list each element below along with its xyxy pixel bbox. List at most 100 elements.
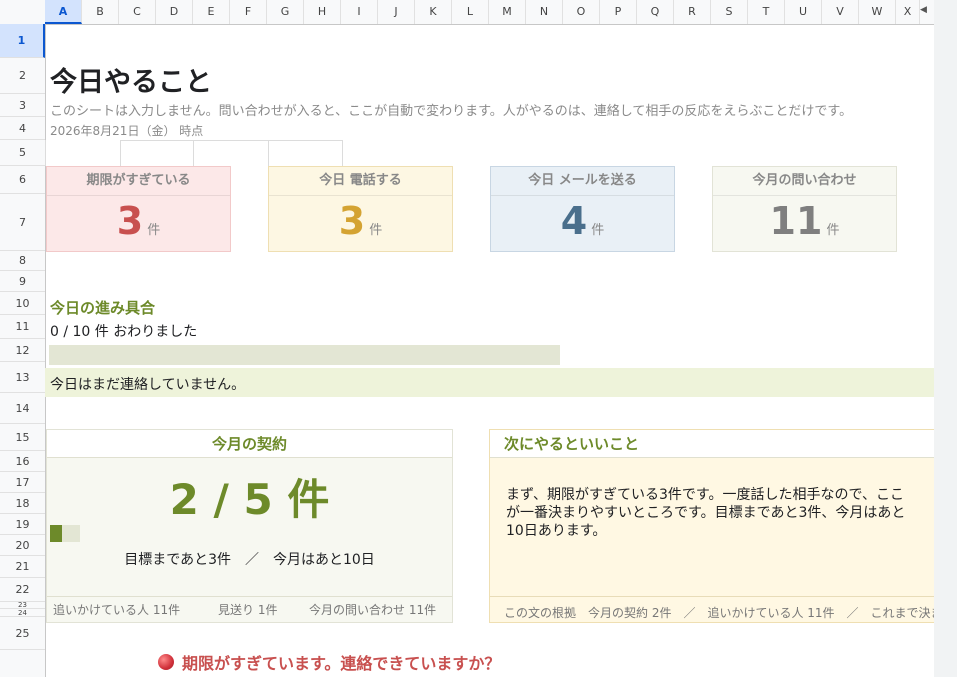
kpi-card-label: 今月の問い合わせ — [713, 167, 896, 196]
vertical-scrollbar[interactable] — [934, 0, 957, 677]
row-header-16[interactable]: 16 — [0, 451, 45, 472]
row-header-15[interactable]: 15 — [0, 424, 45, 451]
page-subtitle: このシートは入力しません。問い合わせが入ると、ここが自動で変わります。人がやるの… — [50, 104, 853, 119]
next-action-title: 次にやるといいこと — [490, 430, 934, 458]
row-header-2[interactable]: 2 — [0, 58, 45, 94]
kpi-card-overdue: 期限がすぎている 3 件 — [46, 166, 231, 252]
contract-title: 今月の契約 — [47, 430, 452, 458]
column-header-a[interactable]: A — [45, 0, 82, 24]
contract-bar-fill — [50, 525, 62, 542]
row-header: 1 2 3 4 5 6 7 8 9 10 11 12 13 14 15 16 17 18 19 20 21 22 23 24 2… — [0, 24, 46, 677]
column-header-f[interactable]: F — [230, 0, 267, 24]
column-header-q[interactable]: Q — [637, 0, 674, 24]
column-header-s[interactable]: S — [711, 0, 748, 24]
contract-bar-track — [50, 525, 80, 542]
column-header-i[interactable]: I — [341, 0, 378, 24]
kpi-card-unit: 件 — [591, 223, 605, 238]
kpi-card-label: 期限がすぎている — [47, 167, 230, 196]
kpi-card-number: 4件 — [491, 199, 674, 243]
next-action-body: まず、期限がすぎている3件です。一度話した相手なので、ここが一番決まりやすいとこ… — [506, 487, 906, 539]
kpi-card-value: 4 — [560, 199, 588, 243]
column-header-r[interactable]: R — [674, 0, 711, 24]
row-header-8[interactable]: 8 — [0, 251, 45, 271]
kpi-card-value: 11 — [769, 199, 823, 243]
contract-footer-following: 追いかけている人 11件 — [53, 603, 181, 617]
column-header-p[interactable]: P — [600, 0, 637, 24]
column-header-k[interactable]: K — [415, 0, 452, 24]
row-header-17[interactable]: 17 — [0, 472, 45, 493]
row-header-3[interactable]: 3 — [0, 94, 45, 117]
red-dot-icon — [158, 654, 174, 670]
contract-footer-divider — [47, 596, 452, 597]
row-header-4[interactable]: 4 — [0, 117, 45, 140]
column-header-h[interactable]: H — [304, 0, 341, 24]
row-header-9[interactable]: 9 — [0, 271, 45, 292]
contract-remaining: 目標まであと3件 ／ 今月はあと10日 — [124, 552, 375, 568]
row-header-14[interactable]: 14 — [0, 393, 45, 424]
row-header-5[interactable]: 5 — [0, 140, 45, 166]
progress-summary: 0 / 10 件 おわりました — [50, 324, 198, 340]
row-header-6[interactable]: 6 — [0, 166, 45, 194]
kpi-card-call-today: 今日 電話する 3 件 — [268, 166, 453, 252]
column-header-l[interactable]: L — [452, 0, 489, 24]
row-header-25[interactable]: 25 — [0, 617, 45, 650]
page-title: 今日やること — [50, 67, 212, 98]
kpi-card-inquiries-month: 今月の問い合わせ 11 件 — [712, 166, 897, 252]
column-header-c[interactable]: C — [119, 0, 156, 24]
column-header-m[interactable]: M — [489, 0, 526, 24]
column-header-e[interactable]: E — [193, 0, 230, 24]
column-header-v[interactable]: V — [822, 0, 859, 24]
next-action-panel: 次にやるといいこと まず、期限がすぎている3件です。一度話した相手なので、ここが… — [489, 429, 934, 623]
row-header-11[interactable]: 11 — [0, 315, 45, 339]
row-header-1[interactable]: 1 — [0, 24, 45, 58]
row-header-20[interactable]: 20 — [0, 535, 45, 556]
progress-message-banner: 今日はまだ連絡していません。 — [45, 368, 934, 397]
kpi-card-number: 3件 — [47, 199, 230, 243]
kpi-card-unit: 件 — [826, 223, 840, 238]
row-header-12[interactable]: 12 — [0, 339, 45, 362]
column-header: ABCDEFGHIJKLMNOPQRSTUVWX ◀ — [0, 0, 957, 25]
column-header-g[interactable]: G — [267, 0, 304, 24]
kpi-card-unit: 件 — [147, 223, 161, 238]
column-header-t[interactable]: T — [748, 0, 785, 24]
column-header-b[interactable]: B — [82, 0, 119, 24]
column-header-o[interactable]: O — [563, 0, 600, 24]
row-header-19[interactable]: 19 — [0, 514, 45, 535]
next-action-footer-divider — [490, 596, 934, 597]
progress-title: 今日の進み具合 — [50, 299, 156, 317]
kpi-card-number: 11 件 — [713, 199, 896, 243]
column-header-x[interactable]: X — [896, 0, 920, 24]
row-header-13[interactable]: 13 — [0, 362, 45, 393]
kpi-card-value: 3 — [116, 199, 144, 243]
as-of-date: 2026年8月21日（金） 時点 — [50, 124, 204, 138]
column-header-d[interactable]: D — [156, 0, 193, 24]
kpi-card-value: 3 — [338, 199, 366, 243]
row-header-21[interactable]: 21 — [0, 556, 45, 578]
kpi-card-label: 今日 電話する — [269, 167, 452, 196]
row-header-10[interactable]: 10 — [0, 292, 45, 315]
select-all-corner[interactable] — [0, 0, 46, 24]
column-header-n[interactable]: N — [526, 0, 563, 24]
contract-footer-inquiries: 今月の問い合わせ 11件 — [309, 603, 437, 617]
row-header-24[interactable]: 24 — [0, 609, 45, 617]
overdue-warning: 期限がすぎています。連絡できていますか？ — [158, 650, 500, 674]
kpi-card-label: 今日 メールを送る — [491, 167, 674, 196]
progress-message: 今日はまだ連絡していません。 — [50, 377, 246, 393]
kpi-card-unit: 件 — [369, 223, 383, 238]
contract-footer-declined: 見送り 1件 — [218, 603, 278, 617]
row-header-18[interactable]: 18 — [0, 493, 45, 514]
progress-bar-track — [49, 345, 560, 365]
column-header-u[interactable]: U — [785, 0, 822, 24]
column-header-w[interactable]: W — [859, 0, 896, 24]
kpi-card-email-today: 今日 メールを送る 4 件 — [490, 166, 675, 252]
next-action-footer: この文の根拠 今月の契約 2件 ／ 追いかけている人 11件 ／ これまで決ま — [504, 606, 934, 620]
row-header-7[interactable]: 7 — [0, 194, 45, 251]
column-header-j[interactable]: J — [378, 0, 415, 24]
row-header-22[interactable]: 22 — [0, 578, 45, 602]
row5-cell-borders — [45, 140, 343, 166]
overdue-warning-text: 期限がすぎています。連絡できていますか？ — [182, 654, 501, 673]
scroll-right-arrow-icon[interactable]: ◀ — [920, 5, 927, 15]
contract-value: 2 / 5 件 — [169, 475, 330, 524]
contract-panel: 今月の契約 2 / 5 件 目標まであと3件 ／ 今月はあと10日 追いかけてい… — [46, 429, 453, 623]
kpi-card-number: 3件 — [269, 199, 452, 243]
